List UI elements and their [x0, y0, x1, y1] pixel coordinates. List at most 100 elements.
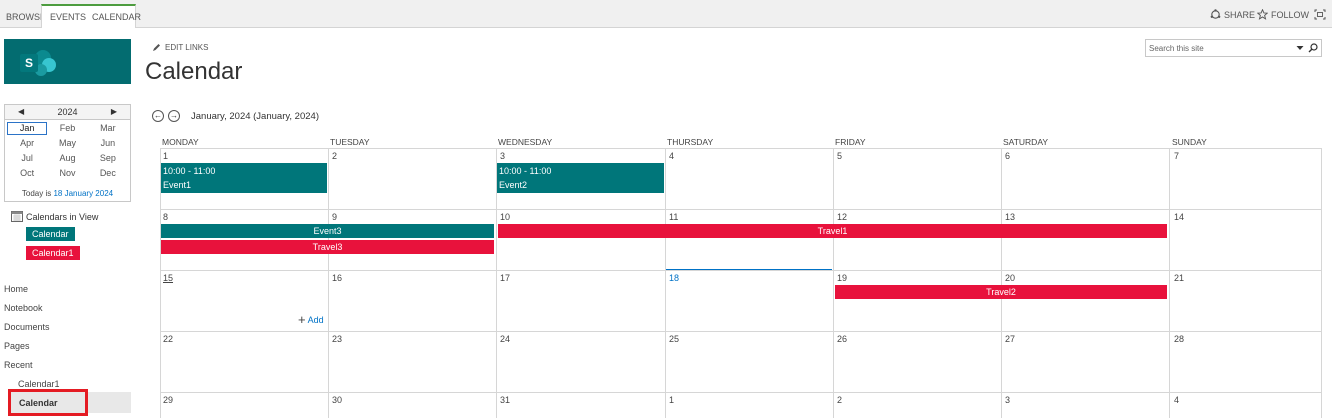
search-icon[interactable] — [1308, 43, 1318, 53]
site-logo[interactable]: S — [4, 39, 131, 84]
grid-line — [665, 148, 666, 418]
grid-line — [1321, 148, 1322, 418]
day-number[interactable]: 4 — [1174, 395, 1179, 405]
event-title: Event2 — [499, 180, 528, 190]
day-number[interactable]: 8 — [163, 212, 168, 222]
today-indicator — [666, 269, 832, 270]
day-number[interactable]: 3 — [1005, 395, 1010, 405]
day-header-sunday: SUNDAY — [1172, 137, 1207, 147]
edit-links-button[interactable]: EDIT LINKS — [152, 43, 208, 52]
previous-month-icon[interactable]: ← — [152, 110, 164, 122]
nav-recent-calendar[interactable]: Calendar — [19, 398, 58, 408]
follow-button[interactable]: FOLLOW — [1257, 9, 1309, 20]
month-jun[interactable]: Jun — [88, 137, 128, 150]
next-month-icon[interactable]: → — [168, 110, 180, 122]
month-sep[interactable]: Sep — [88, 152, 128, 165]
tab-browse[interactable]: BROWSE — [6, 6, 46, 28]
event-event3[interactable]: Event3 — [161, 224, 494, 238]
day-number[interactable]: 23 — [332, 334, 342, 344]
grid-line — [1169, 148, 1170, 418]
day-number[interactable]: 31 — [500, 395, 510, 405]
overlay-calendar-chip[interactable]: Calendar — [26, 227, 75, 241]
day-number[interactable]: 1 — [163, 151, 168, 161]
day-number[interactable]: 11 — [669, 212, 678, 222]
nav-recent[interactable]: Recent — [4, 360, 33, 370]
month-jul[interactable]: Jul — [7, 152, 47, 165]
overlay-calendar1-chip[interactable]: Calendar1 — [26, 246, 80, 260]
month-may[interactable]: May — [47, 137, 87, 150]
grid-line — [160, 209, 1322, 210]
day-number[interactable]: 17 — [500, 273, 510, 283]
plus-icon: + — [298, 312, 306, 327]
day-number[interactable]: 2 — [837, 395, 842, 405]
day-number[interactable]: 19 — [837, 273, 847, 283]
day-number[interactable]: 4 — [669, 151, 674, 161]
day-number[interactable]: 28 — [1174, 334, 1184, 344]
day-number[interactable]: 20 — [1005, 273, 1015, 283]
today-link[interactable]: 18 January 2024 — [53, 189, 113, 198]
add-event-button[interactable]: + Add — [298, 312, 324, 327]
grid-line — [328, 148, 329, 418]
nav-recent-calendar1[interactable]: Calendar1 — [18, 379, 60, 389]
month-mar[interactable]: Mar — [88, 122, 128, 135]
day-number[interactable]: 5 — [837, 151, 842, 161]
day-header-thursday: THURSDAY — [667, 137, 714, 147]
month-apr[interactable]: Apr — [7, 137, 47, 150]
day-number[interactable]: 3 — [500, 151, 505, 161]
search-input[interactable] — [1149, 42, 1289, 55]
grid-line — [160, 331, 1322, 332]
day-number[interactable]: 6 — [1005, 151, 1010, 161]
day-number[interactable]: 1 — [669, 395, 674, 405]
share-button[interactable]: SHARE — [1210, 9, 1255, 20]
nav-pages[interactable]: Pages — [4, 341, 30, 351]
grid-line — [833, 148, 834, 418]
share-label: SHARE — [1224, 9, 1256, 20]
event-travel3[interactable]: Travel3 — [161, 240, 494, 254]
day-number[interactable]: 9 — [332, 212, 337, 222]
month-nov[interactable]: Nov — [47, 167, 87, 180]
day-number[interactable]: 15 — [163, 273, 173, 283]
today-day-number[interactable]: 18 — [669, 273, 679, 283]
nav-documents[interactable]: Documents — [4, 322, 50, 332]
event-travel2[interactable]: Travel2 — [835, 285, 1167, 299]
nav-home[interactable]: Home — [4, 284, 28, 294]
day-number[interactable]: 12 — [837, 212, 847, 222]
day-header-tuesday: TUESDAY — [330, 137, 370, 147]
search-box — [1145, 39, 1322, 57]
day-header-wednesday: WEDNESDAY — [498, 137, 553, 147]
day-number[interactable]: 24 — [500, 334, 510, 344]
grid-line — [160, 270, 1322, 271]
day-number[interactable]: 22 — [163, 334, 173, 344]
event-title: Event1 — [163, 180, 192, 190]
day-number[interactable]: 14 — [1174, 212, 1184, 222]
event-travel1[interactable]: Travel1 — [498, 224, 1167, 238]
day-number[interactable]: 16 — [332, 273, 342, 283]
event-event1[interactable]: 10:00 - 11:00 Event1 — [161, 163, 327, 193]
day-number[interactable]: 21 — [1174, 273, 1184, 283]
day-number[interactable]: 27 — [1005, 334, 1015, 344]
tab-calendar[interactable]: CALENDAR — [92, 6, 141, 28]
day-number[interactable]: 10 — [500, 212, 510, 222]
focus-content-icon[interactable] — [1314, 9, 1326, 20]
calendar-icon — [11, 211, 23, 222]
day-number[interactable]: 13 — [1005, 212, 1015, 222]
nav-notebook[interactable]: Notebook — [4, 303, 43, 313]
day-number[interactable]: 29 — [163, 395, 173, 405]
sharepoint-logo-icon: S — [20, 50, 56, 76]
month-oct[interactable]: Oct — [7, 167, 47, 180]
search-scope-dropdown-icon[interactable] — [1296, 44, 1304, 52]
day-number[interactable]: 25 — [669, 334, 679, 344]
ribbon: BROWSE EVENTS CALENDAR SHARE FOLLOW — [0, 0, 1332, 28]
month-aug[interactable]: Aug — [47, 152, 87, 165]
day-number[interactable]: 2 — [332, 151, 337, 161]
day-number[interactable]: 26 — [837, 334, 847, 344]
next-year-icon[interactable]: ▶ — [111, 107, 117, 116]
edit-links-label: EDIT LINKS — [165, 43, 209, 52]
day-number[interactable]: 30 — [332, 395, 342, 405]
event-event2[interactable]: 10:00 - 11:00 Event2 — [497, 163, 664, 193]
month-feb[interactable]: Feb — [47, 122, 87, 135]
month-dec[interactable]: Dec — [88, 167, 128, 180]
month-jan[interactable]: Jan — [7, 122, 48, 135]
day-number[interactable]: 7 — [1174, 151, 1179, 161]
tab-events[interactable]: EVENTS — [50, 6, 86, 28]
